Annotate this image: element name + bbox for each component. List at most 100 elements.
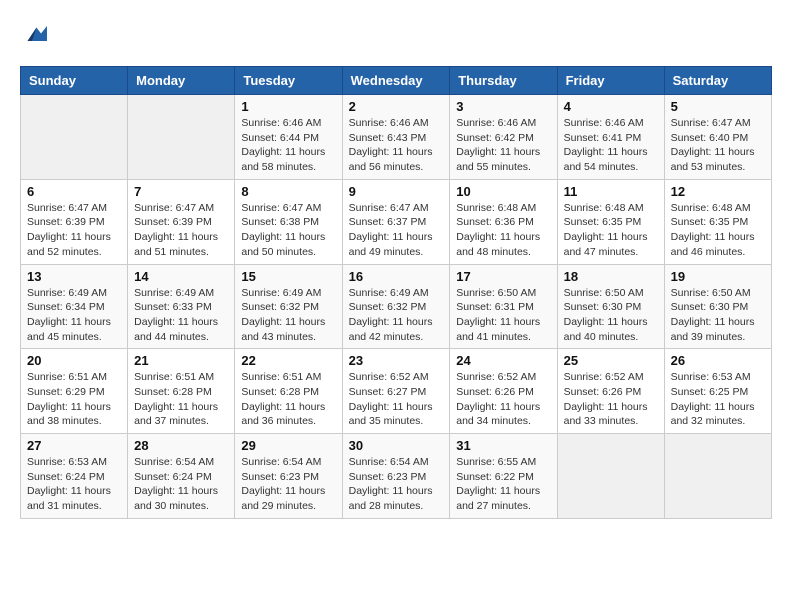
day-number: 25 — [564, 353, 658, 368]
day-number: 24 — [456, 353, 550, 368]
calendar-table: SundayMondayTuesdayWednesdayThursdayFrid… — [20, 66, 772, 519]
day-info: Sunrise: 6:53 AM Sunset: 6:24 PM Dayligh… — [27, 455, 121, 514]
day-number: 28 — [134, 438, 228, 453]
calendar-cell: 8 Sunrise: 6:47 AM Sunset: 6:38 PM Daylig… — [235, 179, 342, 264]
header-day-tuesday: Tuesday — [235, 67, 342, 95]
calendar-cell: 1 Sunrise: 6:46 AM Sunset: 6:44 PM Daylig… — [235, 95, 342, 180]
day-info: Sunrise: 6:49 AM Sunset: 6:34 PM Dayligh… — [27, 286, 121, 345]
day-info: Sunrise: 6:53 AM Sunset: 6:25 PM Dayligh… — [671, 370, 765, 429]
calendar-cell: 6 Sunrise: 6:47 AM Sunset: 6:39 PM Daylig… — [21, 179, 128, 264]
day-info: Sunrise: 6:50 AM Sunset: 6:30 PM Dayligh… — [671, 286, 765, 345]
calendar-cell — [128, 95, 235, 180]
day-number: 13 — [27, 269, 121, 284]
day-info: Sunrise: 6:50 AM Sunset: 6:30 PM Dayligh… — [564, 286, 658, 345]
day-info: Sunrise: 6:52 AM Sunset: 6:26 PM Dayligh… — [564, 370, 658, 429]
calendar-cell: 2 Sunrise: 6:46 AM Sunset: 6:43 PM Daylig… — [342, 95, 450, 180]
day-info: Sunrise: 6:46 AM Sunset: 6:42 PM Dayligh… — [456, 116, 550, 175]
calendar-cell: 16 Sunrise: 6:49 AM Sunset: 6:32 PM Dayli… — [342, 264, 450, 349]
day-number: 3 — [456, 99, 550, 114]
day-info: Sunrise: 6:54 AM Sunset: 6:23 PM Dayligh… — [349, 455, 444, 514]
day-number: 2 — [349, 99, 444, 114]
logo — [20, 20, 54, 50]
calendar-cell: 13 Sunrise: 6:49 AM Sunset: 6:34 PM Dayli… — [21, 264, 128, 349]
day-info: Sunrise: 6:48 AM Sunset: 6:35 PM Dayligh… — [564, 201, 658, 260]
day-number: 27 — [27, 438, 121, 453]
calendar-cell: 14 Sunrise: 6:49 AM Sunset: 6:33 PM Dayli… — [128, 264, 235, 349]
day-info: Sunrise: 6:51 AM Sunset: 6:28 PM Dayligh… — [241, 370, 335, 429]
calendar-cell: 29Sunrise: 6:54 AM Sunset: 6:23 PM Dayli… — [235, 434, 342, 519]
header-day-thursday: Thursday — [450, 67, 557, 95]
calendar-cell: 17 Sunrise: 6:50 AM Sunset: 6:31 PM Dayli… — [450, 264, 557, 349]
day-info: Sunrise: 6:46 AM Sunset: 6:44 PM Dayligh… — [241, 116, 335, 175]
header-day-sunday: Sunday — [21, 67, 128, 95]
day-info: Sunrise: 6:47 AM Sunset: 6:38 PM Dayligh… — [241, 201, 335, 260]
calendar-cell: 27 Sunrise: 6:53 AM Sunset: 6:24 PM Dayli… — [21, 434, 128, 519]
logo-icon — [20, 20, 50, 50]
header-day-saturday: Saturday — [664, 67, 771, 95]
calendar-cell: 28 Sunrise: 6:54 AM Sunset: 6:24 PM Dayli… — [128, 434, 235, 519]
day-number: 5 — [671, 99, 765, 114]
header-day-friday: Friday — [557, 67, 664, 95]
calendar-week-row: 1 Sunrise: 6:46 AM Sunset: 6:44 PM Daylig… — [21, 95, 772, 180]
day-number: 9 — [349, 184, 444, 199]
calendar-cell: 31 Sunrise: 6:55 AM Sunset: 6:22 PM Dayli… — [450, 434, 557, 519]
calendar-cell: 9Sunrise: 6:47 AM Sunset: 6:37 PM Daylig… — [342, 179, 450, 264]
day-info: Sunrise: 6:50 AM Sunset: 6:31 PM Dayligh… — [456, 286, 550, 345]
day-number: 23 — [349, 353, 444, 368]
calendar-cell: 30 Sunrise: 6:54 AM Sunset: 6:23 PM Dayli… — [342, 434, 450, 519]
calendar-cell: 5 Sunrise: 6:47 AM Sunset: 6:40 PM Daylig… — [664, 95, 771, 180]
day-number: 14 — [134, 269, 228, 284]
day-number: 1 — [241, 99, 335, 114]
day-info: Sunrise: 6:49 AM Sunset: 6:33 PM Dayligh… — [134, 286, 228, 345]
calendar-week-row: 13 Sunrise: 6:49 AM Sunset: 6:34 PM Dayli… — [21, 264, 772, 349]
day-number: 18 — [564, 269, 658, 284]
day-number: 4 — [564, 99, 658, 114]
calendar-cell: 11Sunrise: 6:48 AM Sunset: 6:35 PM Dayli… — [557, 179, 664, 264]
calendar-cell: 19 Sunrise: 6:50 AM Sunset: 6:30 PM Dayli… — [664, 264, 771, 349]
calendar-cell: 7Sunrise: 6:47 AM Sunset: 6:39 PM Daylig… — [128, 179, 235, 264]
calendar-cell: 22 Sunrise: 6:51 AM Sunset: 6:28 PM Dayli… — [235, 349, 342, 434]
day-number: 6 — [27, 184, 121, 199]
calendar-cell: 25 Sunrise: 6:52 AM Sunset: 6:26 PM Dayli… — [557, 349, 664, 434]
day-info: Sunrise: 6:46 AM Sunset: 6:41 PM Dayligh… — [564, 116, 658, 175]
day-number: 26 — [671, 353, 765, 368]
day-number: 12 — [671, 184, 765, 199]
day-number: 29 — [241, 438, 335, 453]
day-number: 21 — [134, 353, 228, 368]
calendar-cell: 23 Sunrise: 6:52 AM Sunset: 6:27 PM Dayli… — [342, 349, 450, 434]
day-number: 22 — [241, 353, 335, 368]
day-info: Sunrise: 6:51 AM Sunset: 6:28 PM Dayligh… — [134, 370, 228, 429]
calendar-cell: 12Sunrise: 6:48 AM Sunset: 6:35 PM Dayli… — [664, 179, 771, 264]
calendar-cell: 10 Sunrise: 6:48 AM Sunset: 6:36 PM Dayli… — [450, 179, 557, 264]
calendar-cell — [664, 434, 771, 519]
day-info: Sunrise: 6:48 AM Sunset: 6:36 PM Dayligh… — [456, 201, 550, 260]
day-number: 19 — [671, 269, 765, 284]
calendar-cell: 4 Sunrise: 6:46 AM Sunset: 6:41 PM Daylig… — [557, 95, 664, 180]
day-info: Sunrise: 6:47 AM Sunset: 6:39 PM Dayligh… — [27, 201, 121, 260]
day-number: 17 — [456, 269, 550, 284]
day-number: 16 — [349, 269, 444, 284]
day-info: Sunrise: 6:47 AM Sunset: 6:40 PM Dayligh… — [671, 116, 765, 175]
calendar-cell: 21 Sunrise: 6:51 AM Sunset: 6:28 PM Dayli… — [128, 349, 235, 434]
calendar-header-row: SundayMondayTuesdayWednesdayThursdayFrid… — [21, 67, 772, 95]
day-number: 10 — [456, 184, 550, 199]
day-info: Sunrise: 6:52 AM Sunset: 6:27 PM Dayligh… — [349, 370, 444, 429]
calendar-cell: 15Sunrise: 6:49 AM Sunset: 6:32 PM Dayli… — [235, 264, 342, 349]
calendar-cell: 26 Sunrise: 6:53 AM Sunset: 6:25 PM Dayli… — [664, 349, 771, 434]
day-number: 31 — [456, 438, 550, 453]
header-day-monday: Monday — [128, 67, 235, 95]
calendar-cell — [557, 434, 664, 519]
day-number: 8 — [241, 184, 335, 199]
calendar-week-row: 20Sunrise: 6:51 AM Sunset: 6:29 PM Dayli… — [21, 349, 772, 434]
day-info: Sunrise: 6:49 AM Sunset: 6:32 PM Dayligh… — [349, 286, 444, 345]
day-info: Sunrise: 6:46 AM Sunset: 6:43 PM Dayligh… — [349, 116, 444, 175]
day-info: Sunrise: 6:52 AM Sunset: 6:26 PM Dayligh… — [456, 370, 550, 429]
calendar-cell: 20Sunrise: 6:51 AM Sunset: 6:29 PM Dayli… — [21, 349, 128, 434]
calendar-cell: 18 Sunrise: 6:50 AM Sunset: 6:30 PM Dayli… — [557, 264, 664, 349]
day-info: Sunrise: 6:55 AM Sunset: 6:22 PM Dayligh… — [456, 455, 550, 514]
calendar-cell: 3 Sunrise: 6:46 AM Sunset: 6:42 PM Daylig… — [450, 95, 557, 180]
header-day-wednesday: Wednesday — [342, 67, 450, 95]
day-info: Sunrise: 6:47 AM Sunset: 6:39 PM Dayligh… — [134, 201, 228, 260]
day-info: Sunrise: 6:54 AM Sunset: 6:24 PM Dayligh… — [134, 455, 228, 514]
day-number: 30 — [349, 438, 444, 453]
